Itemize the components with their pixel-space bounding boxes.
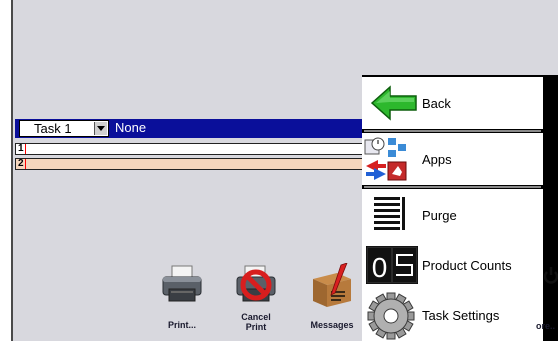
chevron-down-icon[interactable] [94, 122, 107, 135]
counter-icon: 0 [366, 246, 418, 284]
row-number: 1 [18, 143, 24, 154]
cancel-print-button[interactable]: Cancel Print [228, 263, 284, 341]
menu-label-apps: Apps [422, 151, 452, 167]
printer-icon [162, 265, 202, 302]
messages-box-icon [313, 263, 351, 307]
popup-menu: Back Apps Purge 0 Product Counts Task Se… [362, 75, 543, 341]
screen-frame [0, 0, 11, 341]
menu-item-purge[interactable]: Purge [362, 189, 543, 241]
menu-item-apps[interactable]: Apps [362, 133, 543, 185]
gear-icon [367, 292, 415, 340]
row-number: 2 [18, 158, 24, 169]
cancel-print-label-line2: Print [245, 322, 267, 332]
screen-border [11, 0, 13, 341]
messages-label: Messages [310, 320, 354, 330]
print-button[interactable]: Print... [152, 263, 212, 341]
menu-item-product-counts[interactable]: 0 Product Counts [362, 241, 543, 289]
back-arrow-icon [370, 85, 417, 121]
task-dropdown-value: Task 1 [34, 121, 72, 136]
menu-label-purge: Purge [422, 207, 457, 223]
menu-shadow [543, 75, 558, 341]
menu-item-back[interactable]: Back [362, 77, 543, 129]
menu-label-task-settings: Task Settings [422, 307, 500, 323]
messages-button[interactable]: Messages [301, 263, 363, 341]
menu-divider [364, 186, 541, 188]
svg-text:0: 0 [372, 252, 388, 283]
menu-item-task-settings[interactable]: Task Settings [362, 289, 543, 341]
power-icon[interactable] [544, 266, 558, 284]
more-button-label[interactable]: ore.. [536, 321, 555, 331]
task-name: None [115, 120, 147, 135]
apps-icon [364, 137, 407, 181]
purge-icon [374, 197, 405, 230]
menu-label-back: Back [422, 95, 451, 111]
menu-label-product-counts: Product Counts [422, 257, 512, 273]
cancel-print-icon [236, 265, 276, 302]
task-dropdown[interactable]: Task 1 [19, 120, 109, 137]
menu-divider [364, 130, 541, 132]
text-cursor [25, 144, 26, 154]
print-label: Print... [167, 320, 196, 330]
cancel-print-label-line1: Cancel [241, 312, 271, 322]
text-cursor [25, 159, 26, 169]
